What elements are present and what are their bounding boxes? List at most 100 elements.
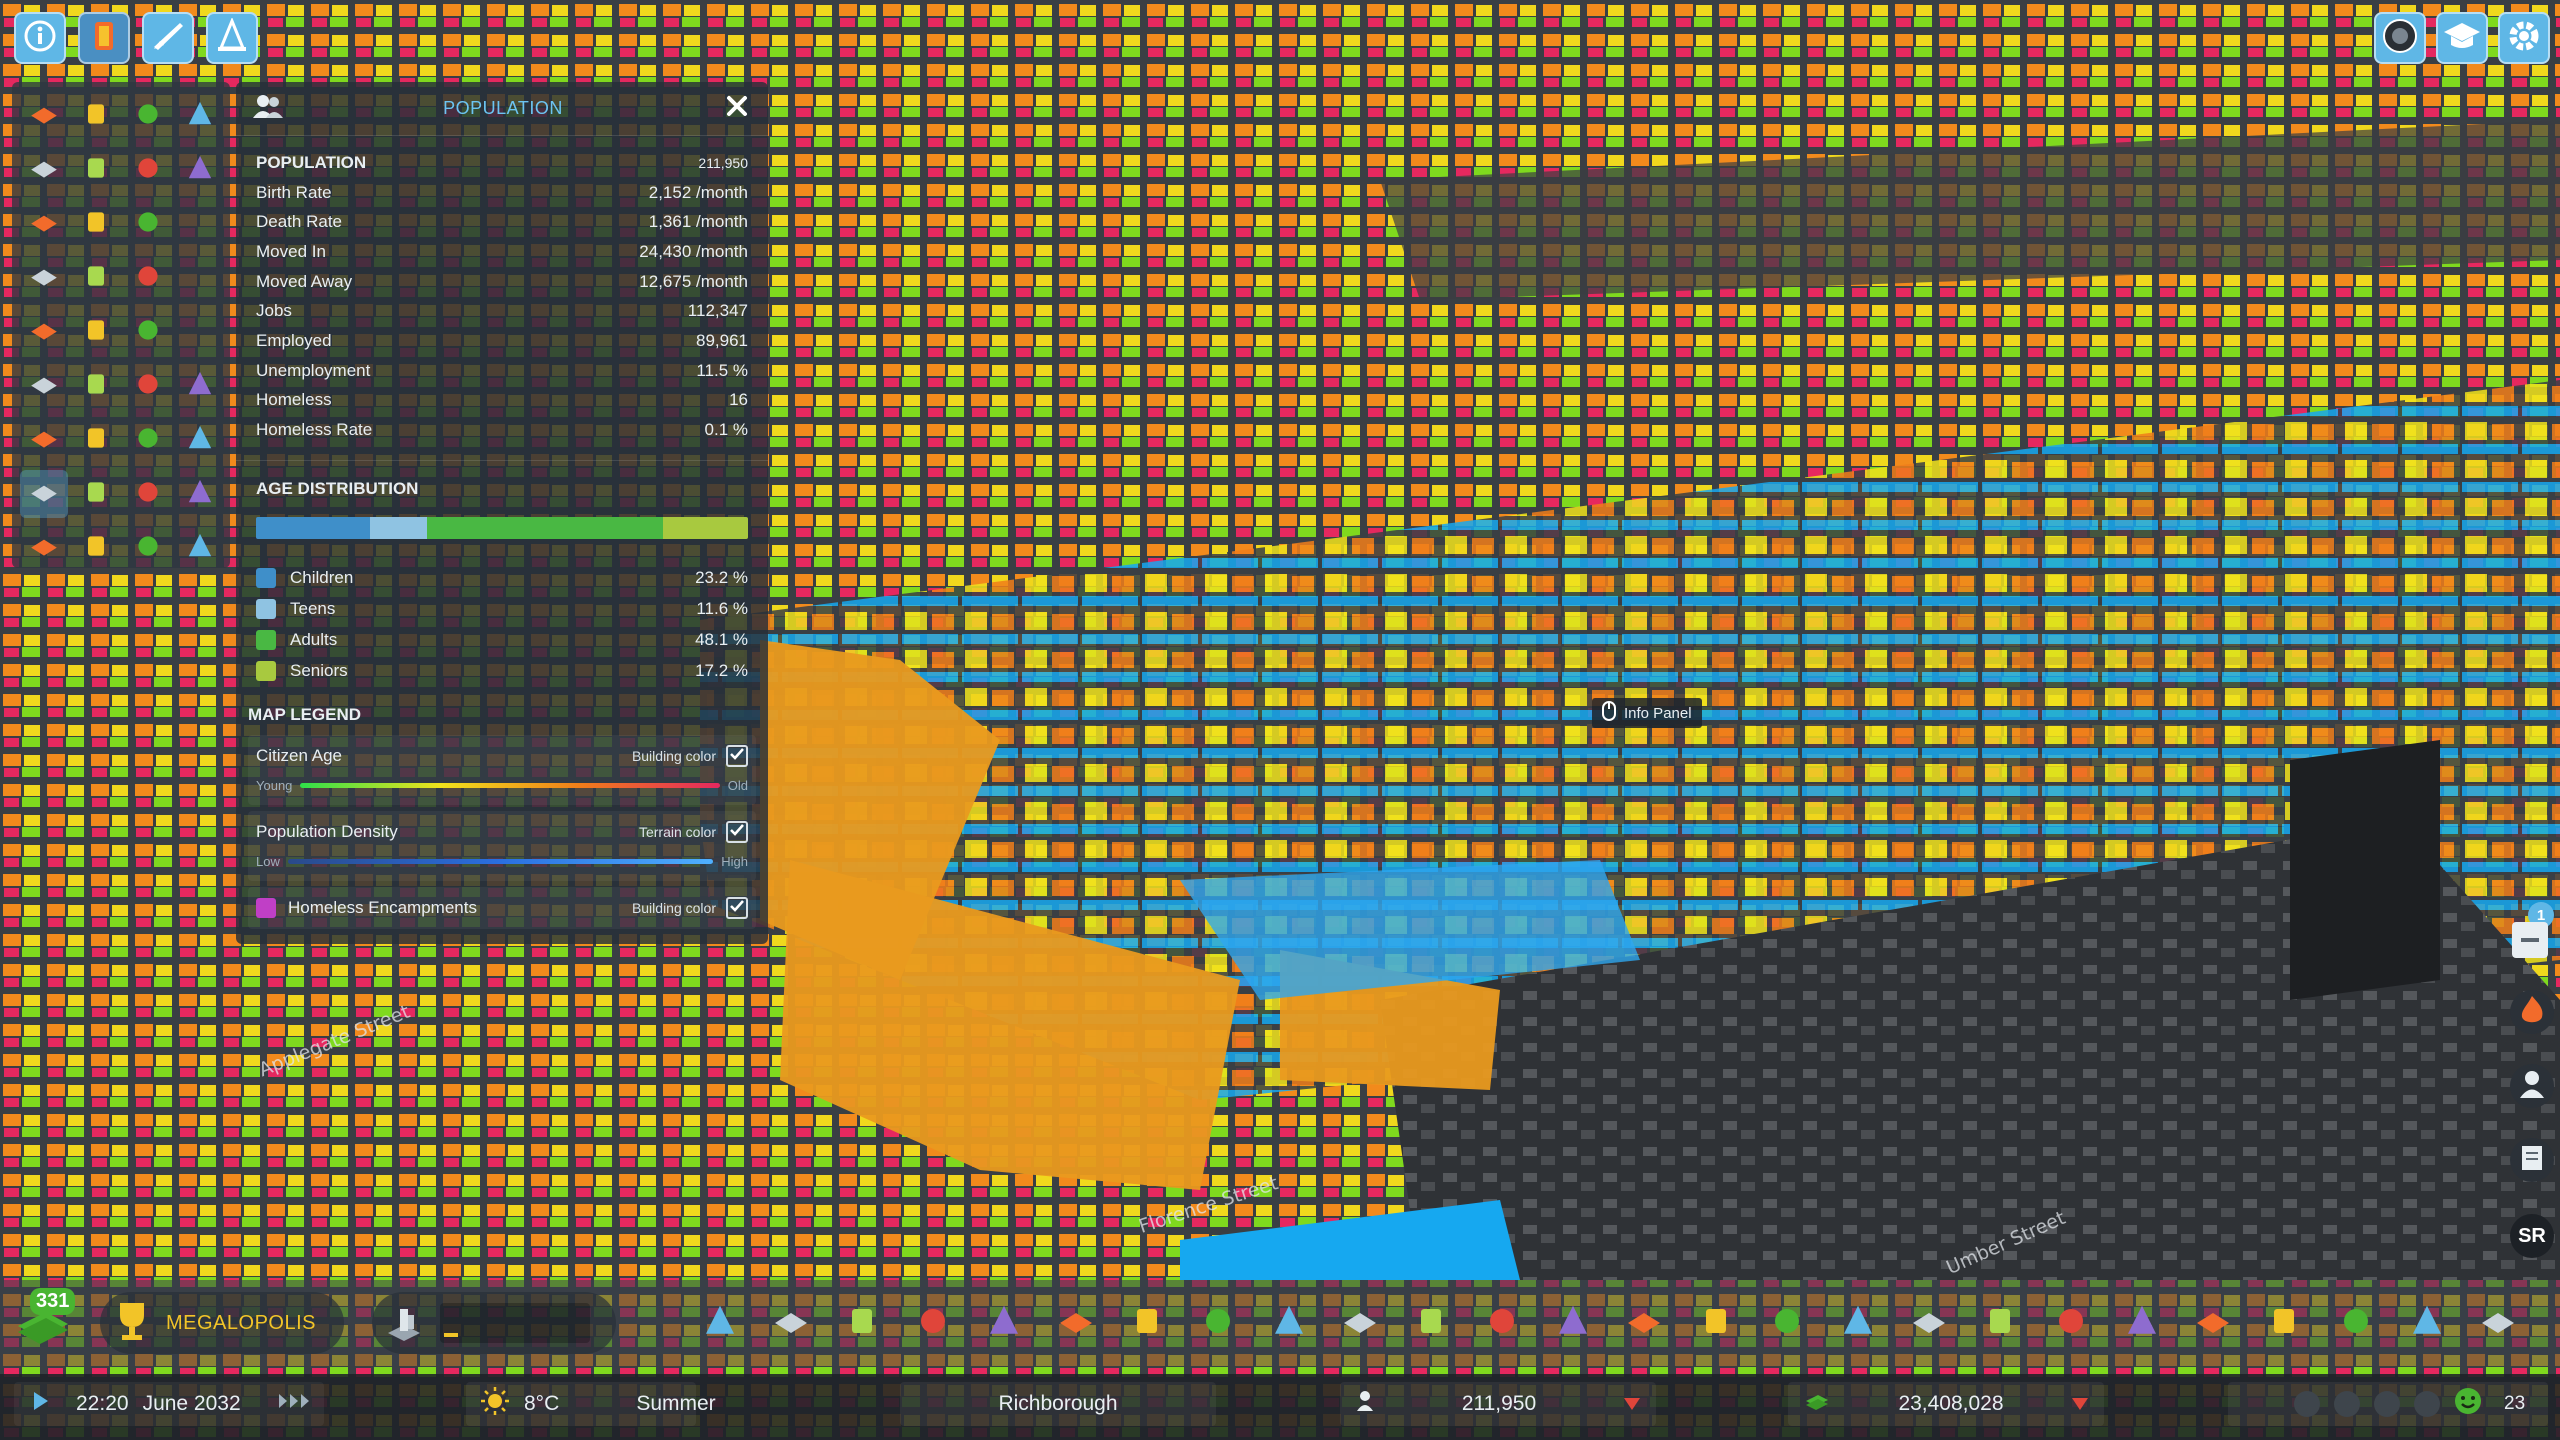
age-value: 23.2 % [695, 568, 748, 588]
electricity-infoview-button[interactable] [124, 92, 172, 140]
zoning-tool-button[interactable] [694, 1297, 746, 1349]
age-gradient [300, 783, 720, 789]
chirper-button[interactable] [2510, 1138, 2554, 1182]
health-infoview-button[interactable] [124, 146, 172, 194]
pipe-infoview-button[interactable] [176, 146, 224, 194]
legend-label: Homeless Encampments [288, 897, 477, 917]
photo-mode-icon [2381, 17, 2419, 60]
legend-population-density: Population Density Terrain color Low Hig… [248, 810, 756, 881]
legend-checkbox[interactable] [726, 744, 748, 767]
parks-infoview-button[interactable] [20, 308, 68, 356]
stat-label: Homeless Rate [256, 420, 373, 440]
surveyor-tool-button[interactable] [2187, 1297, 2239, 1349]
age-row: Teens 11.6 % [256, 594, 748, 625]
economy-button[interactable] [142, 12, 194, 64]
terrain-tool-button[interactable] [2116, 1297, 2168, 1349]
happiness-display[interactable]: 23 [2228, 1382, 2548, 1426]
electricity-tool-button[interactable] [978, 1297, 1030, 1349]
resources-infoview-button[interactable] [20, 416, 68, 464]
population-display[interactable]: 211,950 [1340, 1382, 1656, 1426]
recycling-tool-button[interactable] [1192, 1297, 1244, 1349]
construction-tool-button[interactable] [1832, 1297, 1884, 1349]
wand-infoview-button[interactable] [124, 308, 172, 356]
noise-infoview-button[interactable] [176, 470, 224, 518]
wind-infoview-button[interactable] [176, 524, 224, 572]
time-control: 22:20 June 2032 [14, 1382, 324, 1426]
noise-pollution-infoview-button[interactable] [124, 524, 172, 572]
traffic-button[interactable] [206, 12, 258, 64]
top-left-toolbar [14, 12, 258, 64]
road-icon [913, 1301, 953, 1346]
roads-infoview-button[interactable] [20, 92, 68, 140]
info-button[interactable] [14, 12, 66, 64]
population-infoview-button[interactable] [20, 470, 68, 518]
transport-infoview-button[interactable] [20, 254, 68, 302]
industrial-infoview-button[interactable] [124, 362, 172, 410]
fire-tool-button[interactable] [1121, 1297, 1173, 1349]
office-infoview-button[interactable] [176, 362, 224, 410]
happiness-infoview-button[interactable] [72, 470, 120, 518]
fire-alert-button[interactable] [2510, 990, 2554, 1034]
camera-tool-button[interactable] [2472, 1297, 2524, 1349]
parks-tool-button[interactable] [1547, 1297, 1599, 1349]
education-tool-button[interactable] [1263, 1297, 1315, 1349]
xp-panel[interactable] [372, 1292, 616, 1354]
tutorial-button[interactable] [2436, 12, 2488, 64]
districts-tool-button[interactable] [1903, 1297, 1955, 1349]
money-display[interactable]: 23,408,028 [1788, 1382, 2104, 1426]
ground-pollution-infoview-button[interactable] [72, 524, 120, 572]
collapse-button[interactable] [2512, 922, 2548, 958]
pencil-tool-button[interactable] [2258, 1297, 2310, 1349]
speed-icon[interactable] [278, 1392, 312, 1416]
info-icon [23, 19, 57, 58]
legend-kind: Building color [631, 899, 716, 916]
legend-checkbox[interactable] [726, 896, 748, 919]
person-icon [1356, 1390, 1374, 1418]
electricity-grid-infoview-button[interactable] [72, 92, 120, 140]
land-value-infoview-button[interactable] [72, 416, 120, 464]
map-icon [1980, 1301, 2020, 1346]
water-tool-button[interactable] [1050, 1297, 1102, 1349]
move-tool-button[interactable] [2401, 1297, 2453, 1349]
city-name-field[interactable]: Richborough [900, 1382, 1216, 1426]
citizen-button[interactable] [2510, 1064, 2554, 1108]
shovel-tool-button[interactable] [1761, 1297, 1813, 1349]
health-tool-button[interactable] [1334, 1297, 1386, 1349]
tourism-infoview-button[interactable] [124, 470, 172, 518]
mail-infoview-button[interactable] [72, 254, 120, 302]
fire-infoview-button[interactable] [20, 146, 68, 194]
signature-infoview-button[interactable] [124, 416, 172, 464]
map-tool-button[interactable] [1974, 1297, 2026, 1349]
recycling-infoview-button[interactable] [72, 146, 120, 194]
telecom-tool-button[interactable] [1618, 1297, 1670, 1349]
landmark-tool-button[interactable] [2045, 1297, 2097, 1349]
radio-button[interactable]: SR [2510, 1214, 2554, 1258]
pollution-infoview-button[interactable] [20, 524, 68, 572]
transport-tool-button[interactable] [1476, 1297, 1528, 1349]
building-infoview-button[interactable] [72, 200, 120, 248]
telecom-infoview-button[interactable] [124, 254, 172, 302]
magnifier-tool-button[interactable] [2330, 1297, 2382, 1349]
sewage-infoview-button[interactable] [72, 308, 120, 356]
tree-tool-button[interactable] [1690, 1297, 1742, 1349]
landscaping-tool-button[interactable] [836, 1297, 888, 1349]
area-tool-button[interactable] [765, 1297, 817, 1349]
close-button[interactable] [722, 94, 752, 124]
play-icon[interactable] [32, 1390, 50, 1418]
police-icon [1411, 1301, 1451, 1346]
forest-infoview-button[interactable] [176, 416, 224, 464]
milestone-count: 331 [30, 1288, 76, 1315]
road-tool-button[interactable] [907, 1297, 959, 1349]
office-icon [184, 368, 216, 405]
photo-mode-button[interactable] [2374, 12, 2426, 64]
settings-button[interactable] [2498, 12, 2550, 64]
milestone-panel[interactable]: MEGALOPOLIS [100, 1292, 344, 1354]
police-infoview-button[interactable] [20, 200, 68, 248]
education-infoview-button[interactable] [124, 200, 172, 248]
legend-checkbox[interactable] [726, 820, 748, 843]
residential-infoview-button[interactable] [20, 362, 68, 410]
progression-button[interactable] [78, 12, 130, 64]
water-infoview-button[interactable] [176, 92, 224, 140]
commercial-infoview-button[interactable] [72, 362, 120, 410]
police-tool-button[interactable] [1405, 1297, 1457, 1349]
